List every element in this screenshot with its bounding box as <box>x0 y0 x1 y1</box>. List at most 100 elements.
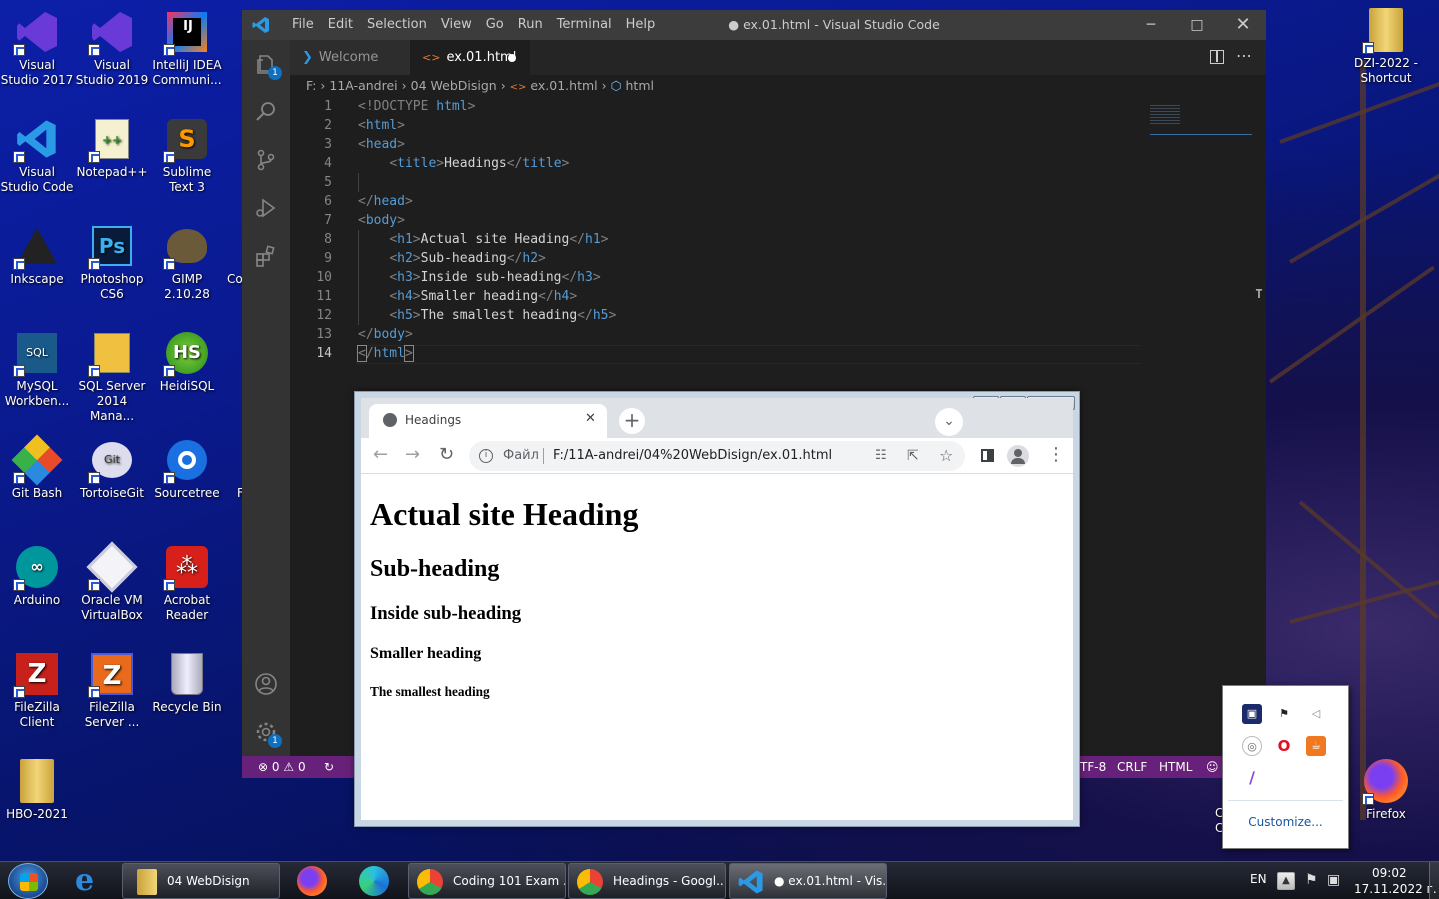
split-editor-icon[interactable] <box>1210 50 1224 64</box>
language-indicator[interactable]: EN <box>1250 872 1267 886</box>
show-hidden-icons-button[interactable]: ▲ <box>1277 872 1295 890</box>
scrollbar-thumb[interactable]: T <box>1252 287 1266 301</box>
settings-gear-icon[interactable]: 1 <box>254 720 282 748</box>
inkscape-icon <box>13 222 61 270</box>
taskbar-button-vscode[interactable]: ● ex.01.html - Vis... <box>729 863 887 899</box>
live-share-icon[interactable]: ↻ <box>324 756 334 778</box>
tab-ex01-html[interactable]: <> ex.01.html <box>410 40 530 75</box>
desktop-icon-acrobat[interactable]: ⁂ Acrobat Reader <box>150 543 224 623</box>
code-keyword: html <box>436 99 468 114</box>
search-icon[interactable] <box>254 100 278 124</box>
maximize-button[interactable]: □ <box>1186 14 1208 36</box>
clock-date[interactable]: 17.11.2022 г. <box>1354 882 1437 896</box>
internet-explorer-icon[interactable]: e <box>72 865 106 897</box>
desktop-icon-sql-server[interactable]: SQL Server 2014 Mana... <box>75 329 149 424</box>
breadcrumb-symbol[interactable]: html <box>626 78 654 93</box>
chrome-icon <box>577 869 603 895</box>
desktop-icon-inkscape[interactable]: Inkscape <box>0 222 74 287</box>
desktop-icon-notepad-plus[interactable]: ++ Notepad++ <box>75 115 149 180</box>
desktop-icon-firefox[interactable]: Firefox <box>1349 757 1423 822</box>
desktop-icon-label: Visual Studio 2017 <box>0 58 74 87</box>
desktop-icon-photoshop[interactable]: Ps Photoshop CS6 <box>75 222 149 302</box>
taskbar-button-explorer[interactable]: 04 WebDisign <box>122 863 280 899</box>
desktop-icon-vscode[interactable]: Visual Studio Code <box>0 115 74 195</box>
volume-icon[interactable]: ◁ <box>1306 704 1326 724</box>
minimize-button[interactable]: ─ <box>1140 14 1162 36</box>
tab-headings[interactable]: Headings ✕ <box>369 404 607 438</box>
extensions-icon[interactable] <box>254 244 278 268</box>
filezilla-server-icon: Z <box>88 650 136 698</box>
monitor-app-icon[interactable]: ▣ <box>1242 704 1262 724</box>
firefox-icon[interactable] <box>295 865 329 897</box>
taskbar-button-chrome-headings[interactable]: Headings - Googl... <box>568 863 726 899</box>
new-tab-button[interactable]: + <box>619 408 645 434</box>
forward-arrow-icon[interactable]: → <box>405 444 420 465</box>
desktop-icon-git-bash[interactable]: Git Bash <box>0 434 74 501</box>
desktop-icon-sublime[interactable]: S Sublime Text 3 <box>150 115 224 195</box>
desktop-icon-arduino[interactable]: ∞ Arduino <box>0 543 74 608</box>
bookmark-star-icon[interactable]: ☆ <box>939 441 953 471</box>
address-bar[interactable]: i Файл F:/11A-andrei/04%20WebDisign/ex.0… <box>469 441 965 471</box>
tab-close-icon[interactable]: ✕ <box>585 411 596 426</box>
more-actions-icon[interactable]: ⋯ <box>1236 46 1252 65</box>
breadcrumb-drive[interactable]: F: <box>306 78 316 93</box>
tab-welcome[interactable]: ❯ Welcome <box>290 40 410 75</box>
desktop-icon-sourcetree[interactable]: Sourcetree <box>150 436 224 501</box>
desktop-icon-virtualbox[interactable]: Oracle VM VirtualBox <box>75 541 149 623</box>
desktop-icon-intellij[interactable]: IJ IntelliJ IDEA Communi... <box>150 8 224 88</box>
breadcrumb-folder[interactable]: 11A-andrei <box>329 78 397 93</box>
source-control-icon[interactable] <box>254 148 278 172</box>
unsaved-dot-icon[interactable] <box>508 54 516 62</box>
taskbar-button-chrome-exam[interactable]: Coding 101 Exam ... <box>408 863 566 899</box>
start-button[interactable] <box>8 863 48 899</box>
desktop-icon-tortoisegit[interactable]: Git TortoiseGit <box>75 436 149 501</box>
problems-status[interactable]: ⊗ 0 ⚠ 0 <box>258 756 306 778</box>
info-icon[interactable]: i <box>479 449 493 463</box>
desktop-icon-gimp[interactable]: GIMP 2.10.28 <box>150 222 224 302</box>
breadcrumb-subfolder[interactable]: 04 WebDisign <box>411 78 497 93</box>
usb-app-icon[interactable]: ◎ <box>1242 736 1262 756</box>
side-panel-icon[interactable] <box>981 449 994 462</box>
clock-time[interactable]: 09:02 <box>1372 866 1407 880</box>
minimap[interactable] <box>1150 97 1252 137</box>
explorer-icon[interactable]: 1 <box>254 52 282 80</box>
show-desktop-button[interactable] <box>1429 862 1439 899</box>
desktop-icon-visual-studio[interactable]: Visual Studio 2017 <box>0 8 74 88</box>
pen-app-icon[interactable]: ∕ <box>1242 768 1262 788</box>
breadcrumb-file[interactable]: ex.01.html <box>530 78 597 93</box>
opera-icon[interactable]: O <box>1274 736 1294 756</box>
reload-icon[interactable]: ↻ <box>439 444 454 465</box>
tab-search-button[interactable]: ⌄ <box>935 408 963 436</box>
desktop-icon-dzi-2022[interactable]: DZI-2022 - Shortcut <box>1349 6 1423 86</box>
network-icon[interactable]: ▣ <box>1327 872 1340 888</box>
desktop-icon-visual-studio[interactable]: Visual Studio 2019 <box>75 8 149 88</box>
desktop-icon-filezilla-server[interactable]: Z FileZilla Server ... <box>75 650 149 730</box>
desktop-icon-heidisql[interactable]: HS HeidiSQL <box>150 329 224 394</box>
profile-avatar[interactable] <box>1007 445 1029 467</box>
share-icon[interactable]: ⇱ <box>907 441 919 471</box>
line-number: 12 <box>316 308 332 323</box>
translate-icon[interactable]: ☷ <box>875 441 887 471</box>
java-icon[interactable]: ☕ <box>1306 736 1326 756</box>
back-arrow-icon[interactable]: ← <box>373 444 388 465</box>
action-center-flag-icon[interactable]: ⚑ <box>1305 872 1318 888</box>
desktop-icon-recycle-bin[interactable]: Recycle Bin <box>150 650 224 715</box>
error-count: 0 <box>271 760 280 774</box>
kebab-menu-icon[interactable]: ⋮ <box>1047 444 1065 465</box>
feedback-icon[interactable]: ☺ <box>1206 756 1219 778</box>
eol-status[interactable]: CRLF <box>1117 756 1147 778</box>
edge-icon[interactable] <box>357 865 391 897</box>
language-status[interactable]: HTML <box>1159 756 1192 778</box>
encoding-status[interactable]: TF-8 <box>1080 756 1106 778</box>
desktop-icon-folder[interactable]: HBO-2021 <box>0 757 74 822</box>
code-tag: html <box>373 346 405 361</box>
accounts-icon[interactable] <box>254 672 278 696</box>
desktop-icon-mysql[interactable]: SQL MySQL Workben... <box>0 329 74 409</box>
bird-app-icon[interactable]: ⚑ <box>1274 704 1294 724</box>
chrome-window: ─ □ ✕ Headings ✕ + ⌄ ← → ↻ i Файл F:/11A… <box>354 391 1080 827</box>
close-button[interactable]: ✕ <box>1232 14 1254 36</box>
customize-link[interactable]: Customize... <box>1223 815 1348 829</box>
desktop-icon-filezilla[interactable]: Z FileZilla Client <box>0 650 74 730</box>
run-debug-icon[interactable] <box>254 196 278 220</box>
code-text: The smallest heading <box>420 308 578 323</box>
